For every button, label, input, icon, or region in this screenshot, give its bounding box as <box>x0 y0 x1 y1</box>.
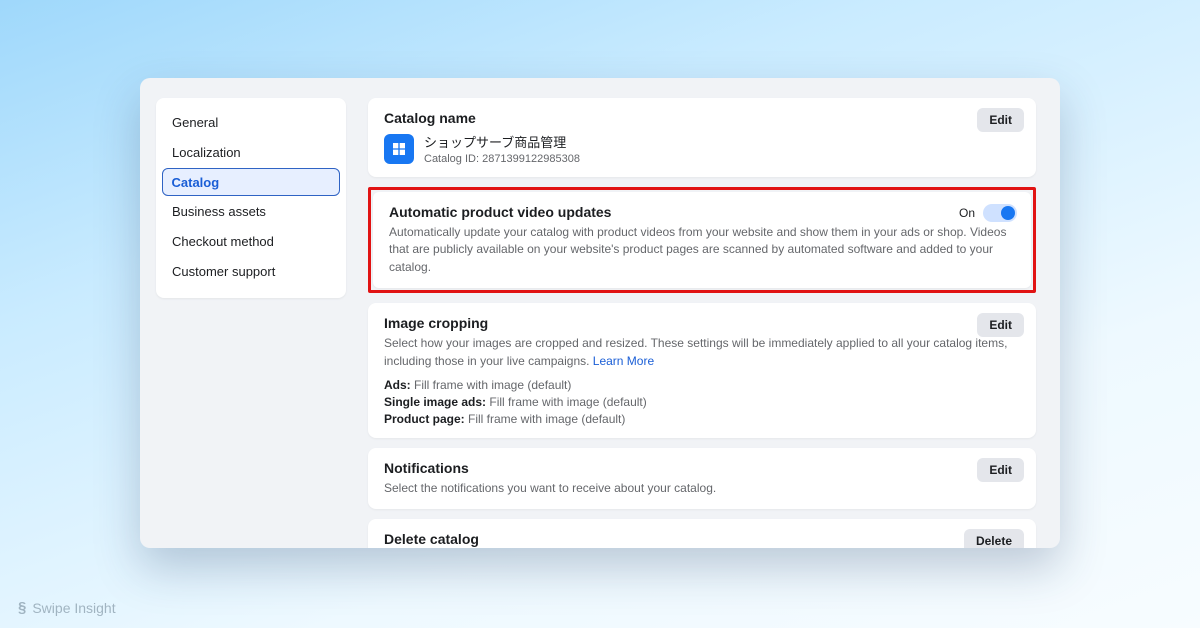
sidebar-item-customer-support[interactable]: Customer support <box>162 257 340 286</box>
auto-video-description: Automatically update your catalog with p… <box>389 224 1015 276</box>
auto-video-toggle[interactable] <box>983 204 1017 222</box>
settings-sidebar: General Localization Catalog Business as… <box>156 98 346 298</box>
image-cropping-heading: Image cropping <box>384 315 1020 331</box>
notifications-heading: Notifications <box>384 460 1020 476</box>
notifications-card: Notifications Edit Select the notificati… <box>368 448 1036 509</box>
cropping-product-page-line: Product page: Fill frame with image (def… <box>384 412 1020 426</box>
delete-catalog-heading: Delete catalog <box>384 531 1020 547</box>
notifications-description: Select the notifications you want to rec… <box>384 480 1020 497</box>
auto-video-heading: Automatic product video updates <box>389 204 1015 220</box>
delete-catalog-card: Delete catalog Delete Remove your catalo… <box>368 519 1036 548</box>
cropping-ads-line: Ads: Fill frame with image (default) <box>384 378 1020 392</box>
catalog-name-heading: Catalog name <box>384 110 1020 126</box>
auto-video-card: Automatic product video updates On Autom… <box>373 192 1031 288</box>
sidebar-item-localization[interactable]: Localization <box>162 138 340 167</box>
edit-notifications-button[interactable]: Edit <box>977 458 1024 482</box>
edit-catalog-name-button[interactable]: Edit <box>977 108 1024 132</box>
catalog-name-value: ショップサーブ商品管理 <box>424 132 580 151</box>
delete-catalog-button[interactable]: Delete <box>964 529 1024 548</box>
catalog-name-card: Catalog name Edit ショップサーブ商品管理 Catalog ID… <box>368 98 1036 177</box>
sidebar-item-general[interactable]: General <box>162 108 340 137</box>
catalog-id-label: Catalog ID: 2871399122985308 <box>424 153 580 165</box>
image-cropping-description: Select how your images are cropped and r… <box>384 335 1020 370</box>
sidebar-item-business-assets[interactable]: Business assets <box>162 197 340 226</box>
image-cropping-card: Image cropping Edit Select how your imag… <box>368 303 1036 438</box>
cropping-single-image-line: Single image ads: Fill frame with image … <box>384 395 1020 409</box>
watermark: § Swipe Insight <box>18 599 116 616</box>
sidebar-item-catalog[interactable]: Catalog <box>162 168 340 196</box>
watermark-text: Swipe Insight <box>32 600 115 616</box>
watermark-logo-icon: § <box>18 599 26 616</box>
settings-main: Catalog name Edit ショップサーブ商品管理 Catalog ID… <box>368 98 1036 528</box>
edit-image-cropping-button[interactable]: Edit <box>977 313 1024 337</box>
auto-video-highlight: Automatic product video updates On Autom… <box>368 187 1036 293</box>
catalog-grid-icon <box>384 134 414 164</box>
settings-window: General Localization Catalog Business as… <box>140 78 1060 548</box>
sidebar-item-checkout-method[interactable]: Checkout method <box>162 227 340 256</box>
image-cropping-learn-more-link[interactable]: Learn More <box>593 354 654 368</box>
auto-video-toggle-label: On <box>959 206 975 220</box>
